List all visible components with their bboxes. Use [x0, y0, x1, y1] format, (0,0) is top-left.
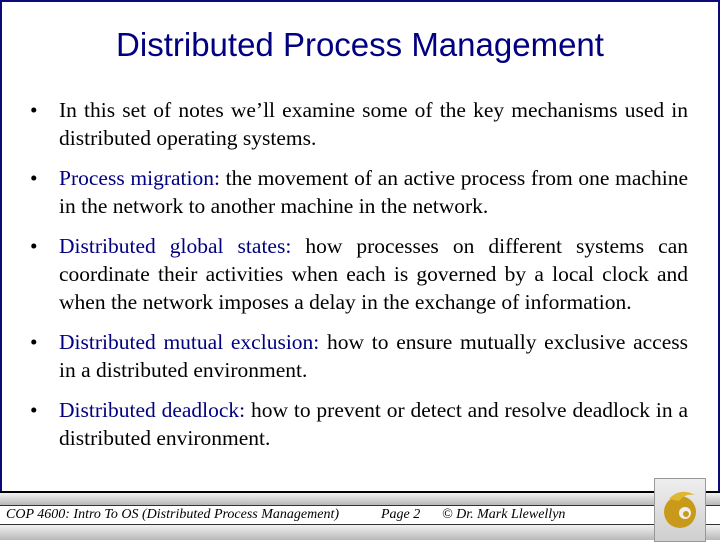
bullet-list: • In this set of notes we’ll examine some… [30, 96, 688, 464]
slide-title: Distributed Process Management [116, 26, 604, 63]
footer-bar-bottom [0, 525, 720, 540]
bullet-item: • Distributed mutual exclusion: how to en… [30, 328, 688, 384]
bullet-item: • Distributed deadlock: how to prevent or… [30, 396, 688, 452]
bullet-dot-icon: • [30, 234, 38, 258]
pegasus-logo-icon [654, 478, 706, 542]
bullet-term: Distributed mutual exclusion: [59, 330, 320, 354]
bullet-term: Process migration: [59, 166, 220, 190]
footer-course: COP 4600: Intro To OS (Distributed Proce… [6, 507, 339, 522]
bullet-dot-icon: • [30, 398, 38, 422]
bullet-item: • Process migration: the movement of an a… [30, 164, 688, 220]
footer-bar-top [0, 491, 720, 506]
footer-copyright: © Dr. Mark Llewellyn [442, 507, 566, 522]
footer-page: Page 2 [381, 507, 421, 522]
bullet-dot-icon: • [30, 166, 38, 190]
slide-footer: COP 4600: Intro To OS (Distributed Proce… [0, 491, 720, 540]
bullet-dot-icon: • [30, 98, 38, 122]
bullet-text: In this set of notes we’ll examine some … [59, 98, 688, 150]
bullet-term: Distributed deadlock: [59, 398, 246, 422]
bullet-dot-icon: • [30, 330, 38, 354]
bullet-item: • Distributed global states: how processe… [30, 232, 688, 316]
bullet-term: Distributed global states: [59, 234, 292, 258]
bullet-item: • In this set of notes we’ll examine some… [30, 96, 688, 152]
